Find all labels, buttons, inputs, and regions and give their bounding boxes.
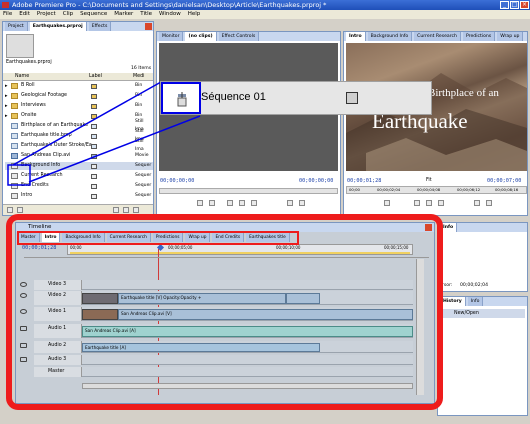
callout-line-upper (12, 81, 162, 166)
callout-source-box (7, 164, 31, 186)
callout-line-lower (28, 115, 201, 183)
sequence-tabs-highlight (17, 231, 299, 245)
callout-label-swatch (346, 92, 358, 104)
sequence-icon (177, 92, 187, 107)
callout-icon-frame (161, 82, 201, 114)
sequence-callout-box: Séquence 01 (160, 81, 432, 115)
callout-sequence-label: Séquence 01 (201, 91, 266, 103)
